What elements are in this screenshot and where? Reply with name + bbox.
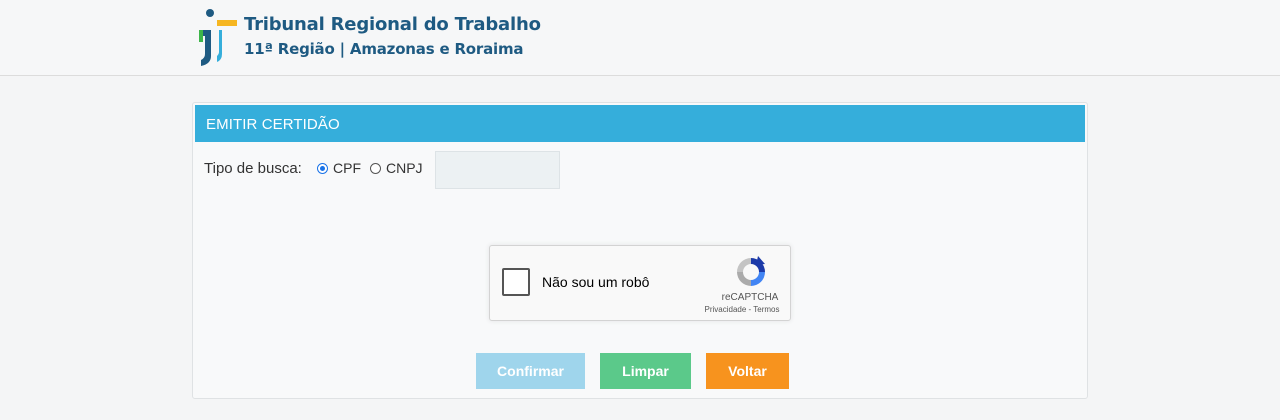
recaptcha-logo-icon [737, 256, 765, 286]
back-button[interactable]: Voltar [706, 353, 789, 389]
trt-logo-icon [199, 9, 237, 66]
recaptcha-links: Privacidade - Termos [696, 305, 788, 314]
recaptcha-brand: reCAPTCHA [721, 292, 779, 303]
document-input[interactable] [435, 151, 560, 189]
cnpj-radio-label[interactable]: CNPJ [386, 160, 423, 176]
privacy-link[interactable]: Privacidade [704, 305, 746, 314]
cnpj-radio[interactable] [370, 163, 381, 174]
terms-link[interactable]: Termos [753, 305, 779, 314]
certificate-panel: EMITIR CERTIDÃO Tipo de busca: CPF CNPJ … [192, 102, 1088, 399]
recaptcha-checkbox[interactable] [502, 268, 530, 296]
site-header: Tribunal Regional do Trabalho 11ª Região… [0, 0, 1280, 76]
panel-title: EMITIR CERTIDÃO [206, 116, 340, 133]
org-region: 11ª Região | Amazonas e Roraima [244, 40, 524, 58]
search-type-label: Tipo de busca: [204, 160, 302, 177]
clear-button[interactable]: Limpar [600, 353, 691, 389]
panel-header: EMITIR CERTIDÃO [195, 105, 1085, 142]
org-name: Tribunal Regional do Trabalho [244, 14, 541, 35]
recaptcha-label: Não sou um robô [542, 274, 650, 290]
links-separator: - [748, 305, 752, 314]
cpf-radio-label[interactable]: CPF [333, 160, 361, 176]
recaptcha-widget: Não sou um robô reCAPTCHA Privacidade - … [489, 245, 791, 321]
confirm-button[interactable]: Confirmar [476, 353, 585, 389]
cpf-radio[interactable] [317, 163, 328, 174]
